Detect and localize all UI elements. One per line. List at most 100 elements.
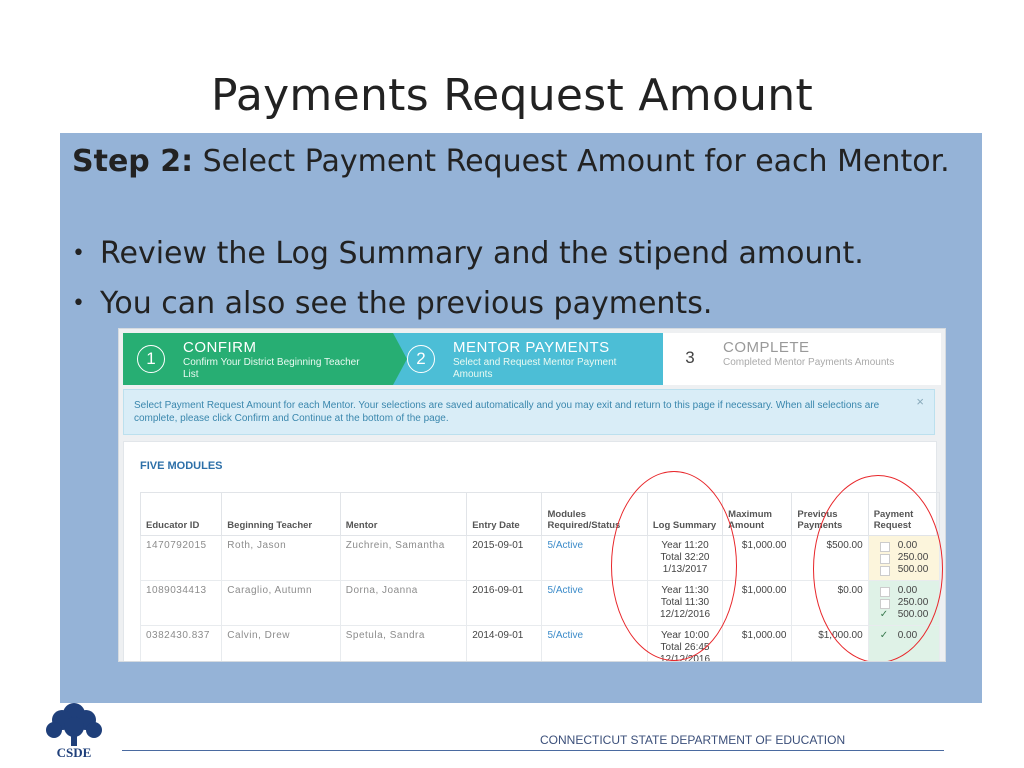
cell-max-amount-text: $1,000.00 (741, 630, 787, 641)
progress-stepper: 1 CONFIRM Confirm Your District Beginnin… (123, 333, 941, 385)
col-modules[interactable]: Modules Required/Status (541, 492, 648, 536)
payment-request-value: 500.00 (897, 609, 929, 620)
payment-request-option[interactable]: 250.00 (874, 597, 934, 609)
section-title: FIVE MODULES (140, 460, 223, 472)
cell-max-amount: $1,000.00 (722, 625, 793, 661)
cell-log-summary: Year 10:00 Total 26:45 12/12/2016 (646, 625, 724, 661)
step-subtitle: Select and Request Mentor Payment Amount… (453, 357, 617, 380)
csde-logo: CSDE (46, 703, 102, 760)
cell-modules: 5/Active (541, 625, 648, 661)
cell-beginning-teacher: Roth, Jason (221, 535, 341, 581)
log-summary-line: 1/13/2017 (662, 564, 708, 575)
cell-max-amount: $1,000.00 (722, 535, 793, 581)
cell-educator-id-text: 1089034413 (146, 585, 207, 596)
cell-max-amount-text: $1,000.00 (741, 540, 787, 551)
checkbox-icon (879, 587, 890, 597)
cell-previous-payments-text: $1,000.00 (818, 630, 863, 641)
step-confirm[interactable]: 1 CONFIRM Confirm Your District Beginnin… (123, 333, 407, 385)
cell-beginning-teacher: Calvin, Drew (221, 625, 341, 661)
col-beginning-teacher[interactable]: Beginning Teacher (221, 492, 341, 536)
cell-max-amount-text: $1,000.00 (741, 585, 787, 596)
step-title: CONFIRM (183, 339, 257, 356)
cell-payment-request: ✓ 0.00 (867, 625, 941, 661)
cell-mentor-text: Spetula, Sandra (345, 630, 425, 641)
col-previous-payments[interactable]: Previous Payments (791, 492, 869, 536)
step-number: 2 (407, 345, 435, 373)
table-row: 1089034413 Caraglio, Autumn Dorna, Joanna 2… (139, 580, 941, 626)
cell-previous-payments: $0.00 (791, 580, 869, 626)
log-summary-line: Total 11:30 (660, 597, 710, 608)
modules-status-link[interactable]: 5/Active (547, 630, 583, 641)
step-mentor-payments[interactable]: 2 MENTOR PAYMENTS Select and Request Men… (393, 333, 663, 385)
bullet-item: You can also see the previous payments. (72, 279, 972, 329)
footer-organization: CONNECTICUT STATE DEPARTMENT OF EDUCATIO… (540, 733, 846, 747)
cell-previous-payments: $1,000.00 (791, 625, 869, 661)
cell-educator-id-text: 0382430.837 (146, 630, 210, 641)
col-educator-id[interactable]: Educator ID (139, 492, 223, 536)
payment-request-option[interactable]: 0.00 (874, 540, 934, 552)
col-entry-date[interactable]: Entry Date (466, 492, 543, 536)
cell-modules: 5/Active (541, 580, 648, 626)
modules-status-link[interactable]: 5/Active (547, 540, 583, 551)
log-summary-line: Total 32:20 (660, 552, 710, 563)
cell-previous-payments: $500.00 (791, 535, 869, 581)
modules-status-link[interactable]: 5/Active (547, 585, 583, 596)
cell-entry-date: 2014-09-01 (466, 625, 543, 661)
cell-entry-date-text: 2015-09-01 (472, 540, 524, 551)
cell-beginning-teacher-text: Calvin, Drew (227, 630, 290, 641)
cell-beginning-teacher-text: Caraglio, Autumn (227, 585, 313, 596)
step-subtitle: Completed Mentor Payments Amounts (723, 357, 895, 368)
payment-request-value: 250.00 (897, 597, 929, 608)
table-row: 1470792015 Roth, Jason Zuchrein, Samantha 2… (139, 535, 941, 581)
checkbox-icon (879, 554, 890, 564)
mentor-payments-table: Educator ID Beginning Teacher Mentor Ent… (139, 492, 941, 661)
cell-entry-date-text: 2016-09-01 (472, 585, 524, 596)
col-log-summary[interactable]: Log Summary (646, 492, 724, 536)
info-alert: Select Payment Request Amount for each M… (123, 389, 935, 435)
payment-request-option[interactable]: 250.00 (874, 552, 934, 564)
log-summary-line: Total 26:45 (660, 642, 710, 653)
step-subtitle: Confirm Your District Beginning Teacher … (183, 357, 360, 380)
slide-title: Payments Request Amount (210, 70, 814, 121)
step-title: MENTOR PAYMENTS (453, 339, 610, 356)
cell-entry-date-text: 2014-09-01 (472, 630, 524, 641)
payment-request-option[interactable]: ✓ 500.00 (874, 609, 934, 621)
cell-log-summary: Year 11:20 Total 32:20 1/13/2017 (646, 535, 724, 581)
step-title: COMPLETE (723, 339, 810, 356)
step-arrow (393, 333, 407, 385)
step-text: Select Payment Request Amount for each M… (202, 144, 950, 179)
payment-request-value: 500.00 (897, 564, 929, 575)
cell-mentor-text: Dorna, Joanna (345, 585, 418, 596)
payment-request-value: 0.00 (897, 540, 918, 551)
step-label: Step 2: (72, 144, 194, 179)
log-summary-line: 12/12/2016 (659, 609, 711, 620)
cell-payment-request: 0.00 250.00 ✓ 500.00 (867, 580, 941, 626)
step-complete[interactable]: 3 COMPLETE Completed Mentor Payments Amo… (663, 333, 941, 385)
cell-max-amount: $1,000.00 (722, 580, 793, 626)
logo-text: CSDE (57, 745, 92, 760)
payment-request-value: 0.00 (897, 630, 918, 641)
close-icon[interactable]: × (916, 395, 924, 408)
payment-request-value: 0.00 (897, 585, 918, 596)
col-payment-request[interactable]: Payment Request (867, 492, 941, 536)
cell-previous-payments-text: $0.00 (837, 585, 863, 596)
payment-request-option[interactable]: 500.00 (874, 564, 934, 576)
step-number: 3 (685, 348, 695, 367)
cell-mentor: Spetula, Sandra (339, 625, 468, 661)
checkbox-icon (879, 542, 890, 552)
step-number: 1 (137, 345, 165, 373)
alert-text: Select Payment Request Amount for each M… (134, 400, 880, 424)
payment-request-option[interactable]: ✓ 0.00 (874, 630, 934, 642)
check-icon: ✓ (879, 609, 889, 620)
bullet-item: Review the Log Summary and the stipend a… (72, 229, 972, 279)
cell-mentor-text: Zuchrein, Samantha (345, 540, 445, 551)
bullet-list: Review the Log Summary and the stipend a… (72, 229, 972, 329)
modules-panel: FIVE MODULES Educator ID Beginning Teach… (123, 441, 941, 661)
col-max-amount[interactable]: Maximum Amount (722, 492, 793, 536)
table-header-row: Educator ID Beginning Teacher Mentor Ent… (139, 492, 941, 536)
payment-request-option[interactable]: 0.00 (874, 585, 934, 597)
col-mentor[interactable]: Mentor (339, 492, 468, 536)
cell-educator-id: 1470792015 (139, 535, 223, 581)
log-summary-line: Year 10:00 (661, 630, 710, 641)
cell-educator-id-text: 1470792015 (146, 540, 207, 551)
